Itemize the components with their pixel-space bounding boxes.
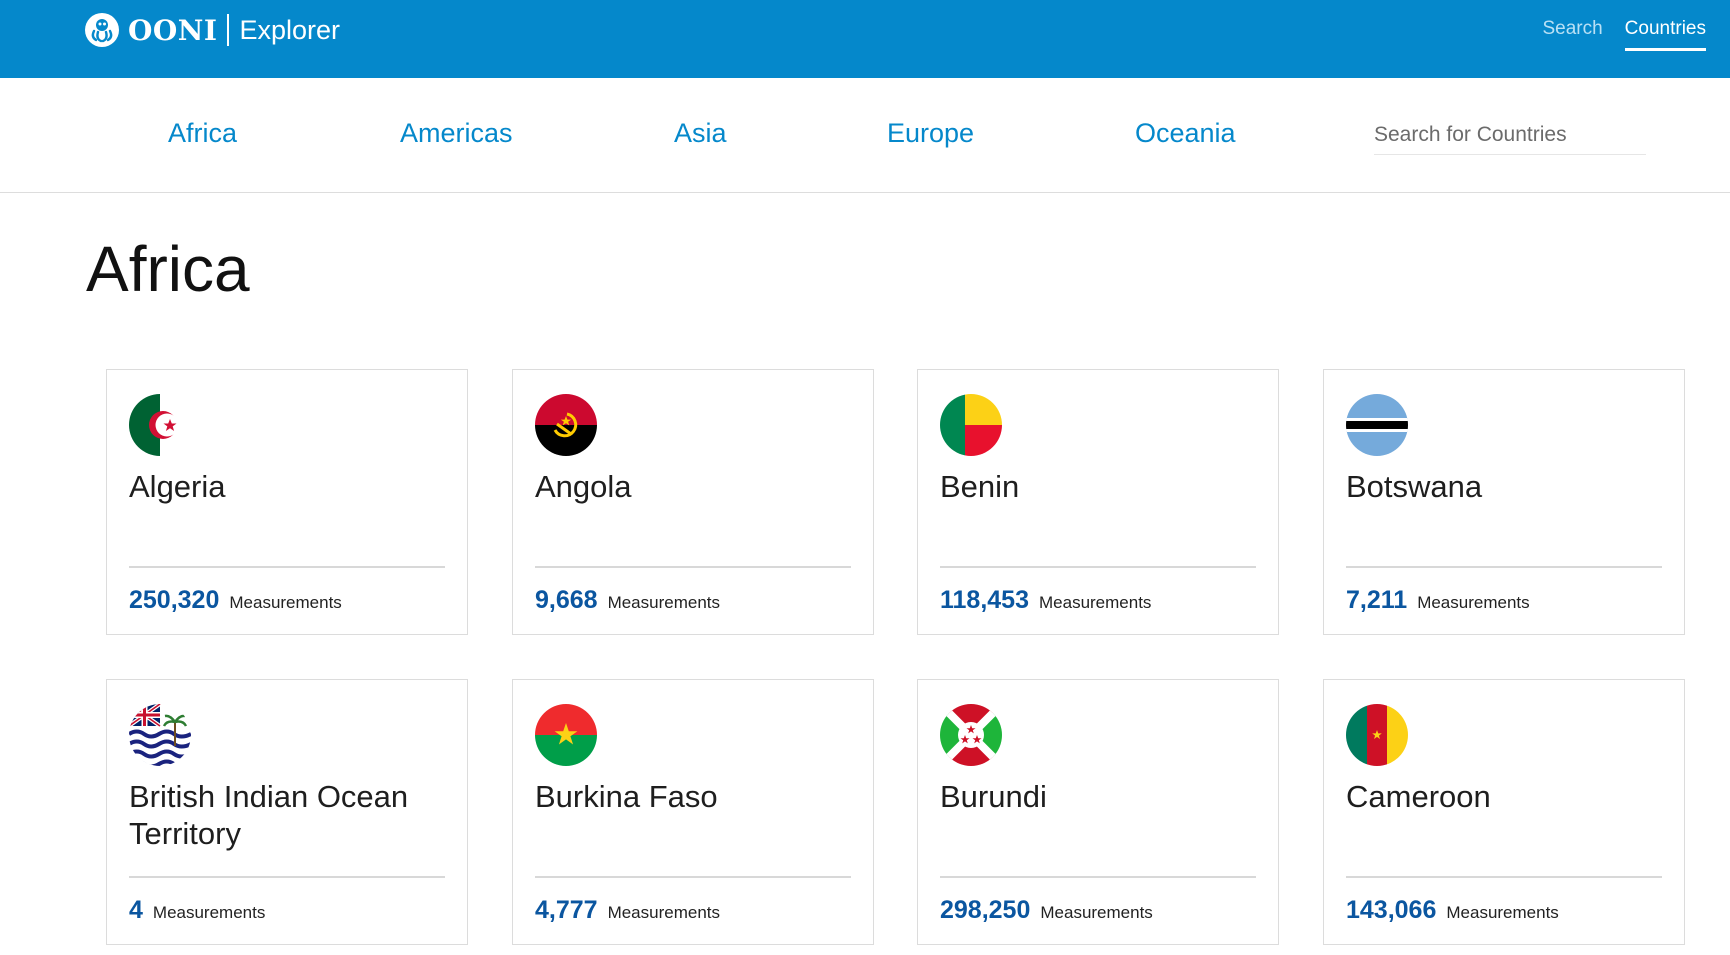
country-card-cameroon[interactable]: Cameroon 143,066 Measurements xyxy=(1323,679,1685,945)
country-card-british-indian-ocean-territory[interactable]: British Indian Ocean Territory 4 Measure… xyxy=(106,679,468,945)
measurement-label: Measurements xyxy=(1446,903,1559,922)
region-heading: Africa xyxy=(86,233,250,305)
nav-search-link[interactable]: Search xyxy=(1542,18,1602,51)
brand-logo-link[interactable]: OONI Explorer xyxy=(84,10,340,50)
country-name: Burundi xyxy=(940,779,1047,814)
region-tab-asia[interactable]: Asia xyxy=(674,118,727,149)
product-name: Explorer xyxy=(239,14,341,45)
measurement-count: 298,250 xyxy=(940,896,1031,924)
measurement-count: 4 xyxy=(129,896,143,924)
card-divider xyxy=(1346,566,1662,568)
measurement-count: 9,668 xyxy=(535,586,598,614)
british-indian-ocean-territory-flag-icon xyxy=(129,704,191,766)
measurement-stats: 250,320 Measurements xyxy=(129,586,342,615)
region-filter-bar: Africa Americas Asia Europe Oceania xyxy=(0,78,1730,193)
brand-name: OONI xyxy=(128,13,218,47)
card-divider xyxy=(535,566,851,568)
measurement-stats: 298,250 Measurements xyxy=(940,896,1153,925)
card-divider xyxy=(1346,876,1662,878)
country-name: Burkina Faso xyxy=(535,779,718,814)
top-nav: Search Countries xyxy=(1542,18,1706,51)
algeria-flag-icon xyxy=(129,394,191,456)
card-divider xyxy=(940,876,1256,878)
card-divider xyxy=(129,566,445,568)
measurement-count: 7,211 xyxy=(1346,586,1408,614)
brand-separator xyxy=(227,14,230,46)
measurement-count: 118,453 xyxy=(940,586,1029,614)
country-card-botswana[interactable]: Botswana 7,211 Measurements xyxy=(1323,369,1685,635)
measurement-count: 143,066 xyxy=(1346,896,1437,924)
measurement-count: 250,320 xyxy=(129,586,220,614)
benin-flag-icon xyxy=(940,394,1002,456)
botswana-flag-icon xyxy=(1346,394,1408,456)
region-tab-oceania[interactable]: Oceania xyxy=(1135,118,1236,149)
measurement-stats: 118,453 Measurements xyxy=(940,586,1151,615)
measurement-label: Measurements xyxy=(229,593,342,612)
measurement-label: Measurements xyxy=(1040,903,1153,922)
country-name: Botswana xyxy=(1346,469,1483,504)
measurement-label: Measurements xyxy=(1039,593,1152,612)
cameroon-flag-icon xyxy=(1346,704,1408,766)
measurement-stats: 4,777 Measurements xyxy=(535,896,720,925)
country-name: Angola xyxy=(535,469,632,504)
country-card-algeria[interactable]: Algeria 250,320 Measurements xyxy=(106,369,468,635)
country-card-angola[interactable]: Angola 9,668 Measurements xyxy=(512,369,874,635)
country-search xyxy=(1374,116,1646,155)
country-name: Algeria xyxy=(129,469,226,504)
measurement-stats: 4 Measurements xyxy=(129,896,265,925)
angola-flag-icon xyxy=(535,394,597,456)
card-divider xyxy=(129,876,445,878)
measurement-stats: 9,668 Measurements xyxy=(535,586,720,615)
country-name: British Indian Ocean Territory xyxy=(129,779,409,851)
country-card-burundi[interactable]: Burundi 298,250 Measurements xyxy=(917,679,1279,945)
measurement-count: 4,777 xyxy=(535,896,598,924)
nav-countries-link[interactable]: Countries xyxy=(1624,18,1706,51)
country-search-input[interactable] xyxy=(1374,116,1646,154)
country-card-benin[interactable]: Benin 118,453 Measurements xyxy=(917,369,1279,635)
measurement-label: Measurements xyxy=(1417,593,1530,612)
country-card-burkina-faso[interactable]: Burkina Faso 4,777 Measurements xyxy=(512,679,874,945)
top-navbar: OONI Explorer Search Countries xyxy=(0,0,1730,78)
burkina-faso-flag-icon xyxy=(535,704,597,766)
region-tab-africa[interactable]: Africa xyxy=(168,118,237,149)
measurement-label: Measurements xyxy=(152,903,266,922)
ooni-octopus-icon xyxy=(84,12,120,48)
country-name: Cameroon xyxy=(1346,779,1491,814)
country-name: Benin xyxy=(940,469,1020,504)
region-tab-americas[interactable]: Americas xyxy=(400,118,513,149)
measurement-label: Measurements xyxy=(607,903,720,922)
measurement-stats: 7,211 Measurements xyxy=(1346,586,1530,615)
burundi-flag-icon xyxy=(940,704,1002,766)
card-divider xyxy=(940,566,1256,568)
card-divider xyxy=(535,876,851,878)
measurement-label: Measurements xyxy=(607,593,720,612)
region-tab-europe[interactable]: Europe xyxy=(887,118,974,149)
measurement-stats: 143,066 Measurements xyxy=(1346,896,1559,925)
